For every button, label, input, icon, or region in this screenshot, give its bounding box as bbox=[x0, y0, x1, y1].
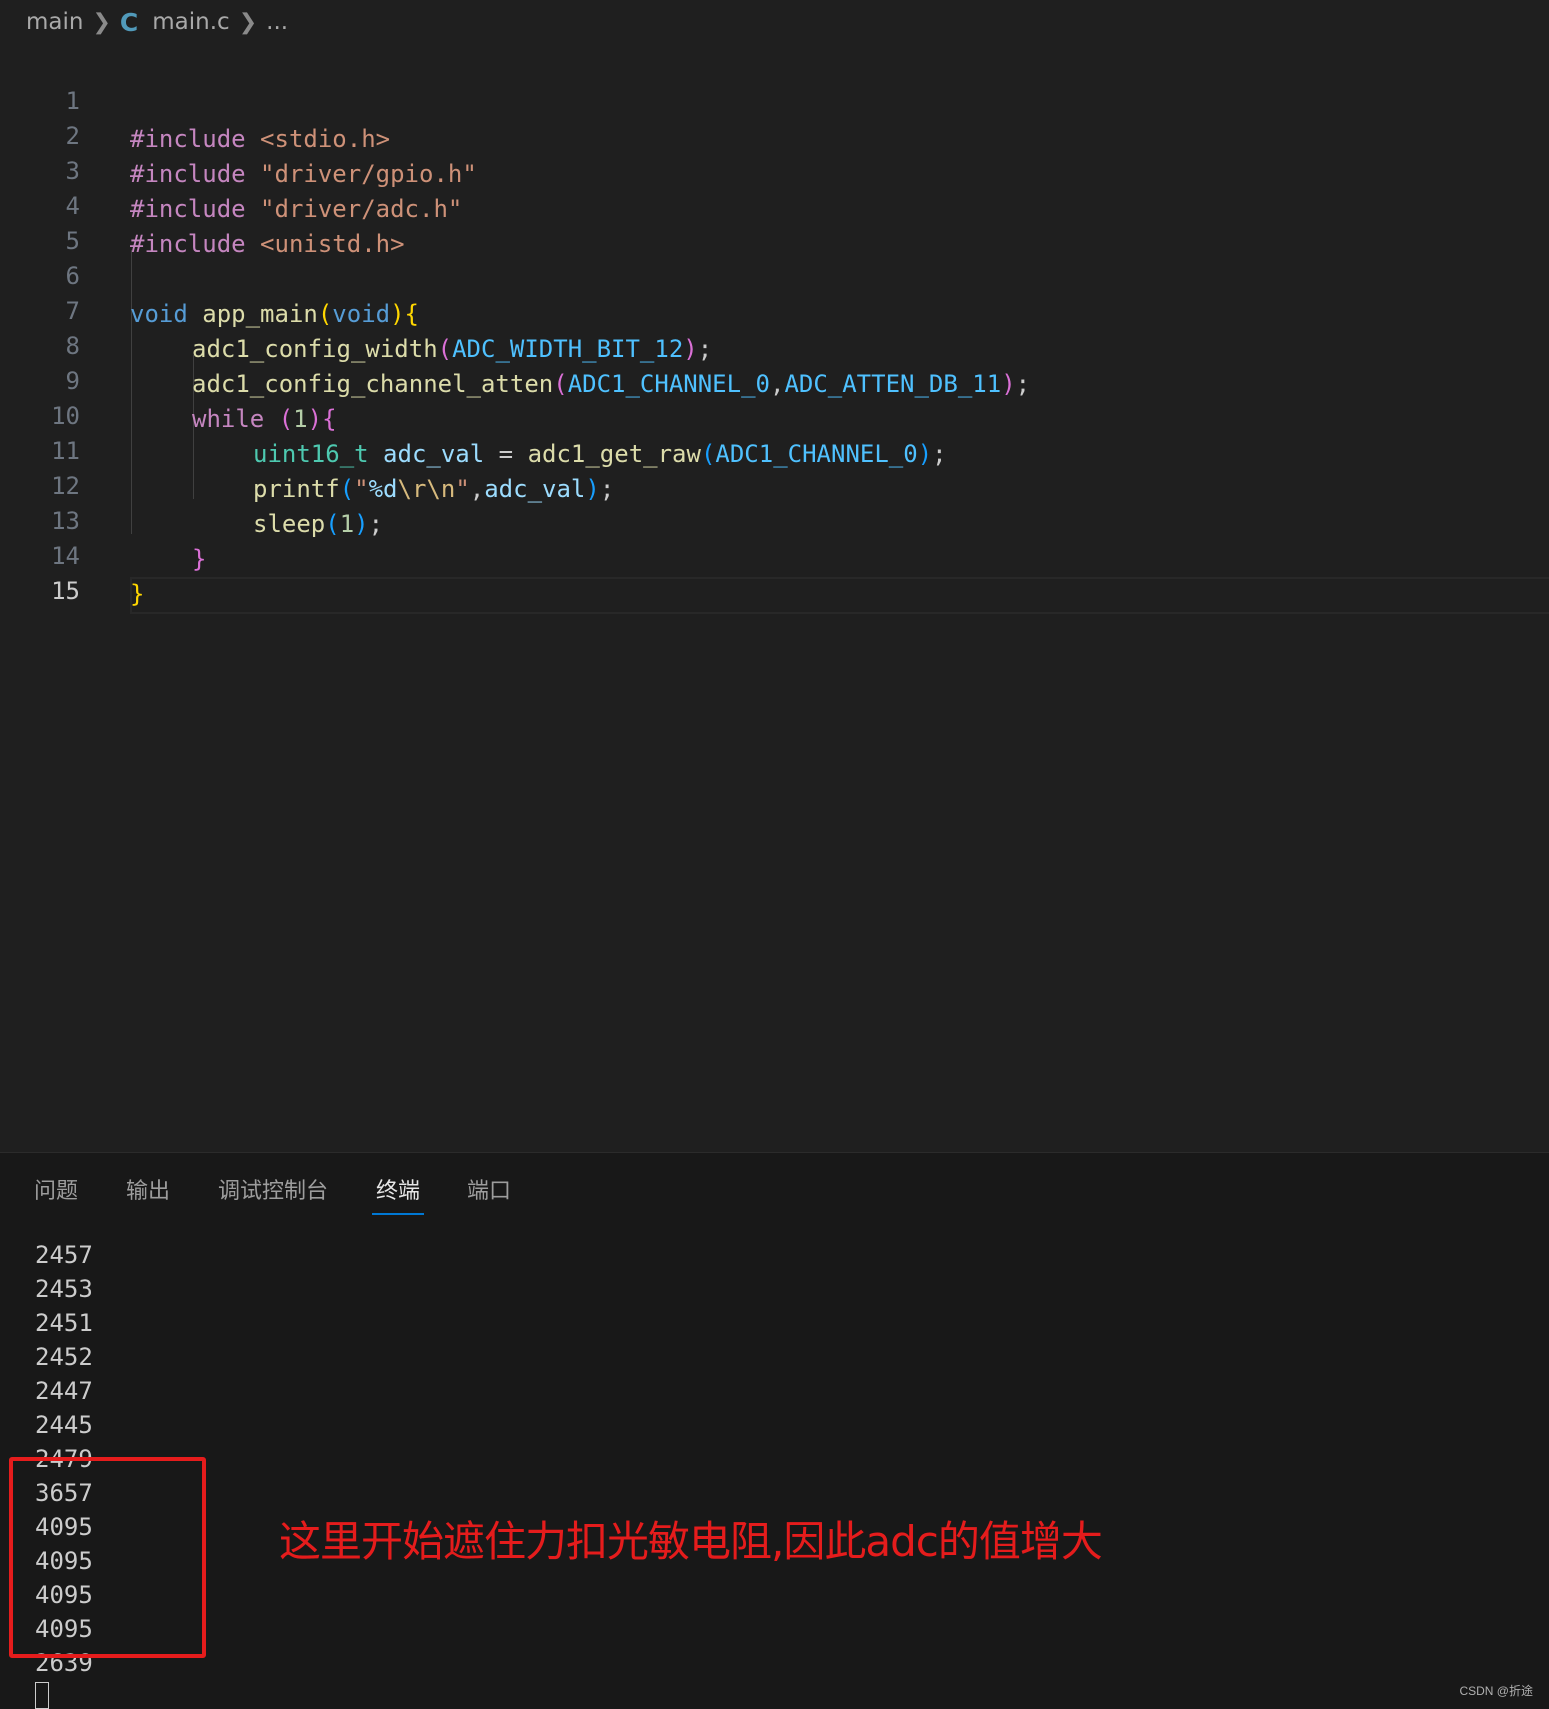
breadcrumb-symbols[interactable]: ... bbox=[266, 9, 288, 35]
bottom-panel: 问题 输出 调试控制台 终端 端口 2457 2453 2451 2452 24… bbox=[0, 1152, 1549, 1709]
tab-output[interactable]: 输出 bbox=[126, 1173, 170, 1213]
current-line-highlight bbox=[130, 577, 1549, 614]
watermark: CSDN @折途 bbox=[1459, 1684, 1533, 1698]
breadcrumb-file[interactable]: main.c bbox=[152, 9, 229, 35]
chevron-right-icon: ❯ bbox=[238, 9, 258, 35]
tab-problems[interactable]: 问题 bbox=[34, 1173, 78, 1213]
code-line[interactable]: 9 while (1){ bbox=[0, 324, 1549, 433]
code-line[interactable]: 10 uint16_t adc_val = adc1_get_raw(ADC1_… bbox=[0, 359, 1549, 468]
code-line[interactable]: 1 #include <stdio.h> bbox=[0, 44, 1549, 153]
terminal-line: 2445 bbox=[35, 1411, 93, 1439]
code-line[interactable]: 14 } bbox=[0, 499, 1549, 608]
code-line[interactable]: 3 #include "driver/adc.h" bbox=[0, 114, 1549, 223]
brace-close: } bbox=[130, 580, 145, 608]
breadcrumb: main ❯ C main.c ❯ ... bbox=[0, 0, 1549, 44]
annotation-text: 这里开始遮住力扣光敏电阻,因此adc的值增大 bbox=[279, 1517, 1103, 1566]
terminal-line: 2453 bbox=[35, 1275, 93, 1303]
code-editor[interactable]: 1 #include <stdio.h> 2 #include "driver/… bbox=[0, 44, 1549, 1152]
chevron-right-icon: ❯ bbox=[92, 9, 111, 35]
code-line[interactable]: 11 printf("%d\r\n",adc_val); bbox=[0, 394, 1549, 503]
tab-terminal[interactable]: 终端 bbox=[371, 1173, 425, 1215]
terminal-cursor bbox=[35, 1682, 49, 1709]
line-number: 15 bbox=[51, 577, 80, 605]
breadcrumb-folder[interactable]: main bbox=[26, 9, 83, 35]
code-line[interactable]: 5 bbox=[0, 184, 1549, 255]
code-line[interactable]: 7 adc1_config_width(ADC_WIDTH_BIT_12); bbox=[0, 254, 1549, 363]
code-line[interactable]: 8 adc1_config_channel_atten(ADC1_CHANNEL… bbox=[0, 289, 1549, 398]
code-line[interactable]: 12 sleep(1); bbox=[0, 429, 1549, 538]
terminal-line: 2457 bbox=[35, 1241, 93, 1269]
panel-tabs: 问题 输出 调试控制台 终端 端口 bbox=[0, 1153, 1549, 1229]
code-line[interactable]: 4 #include <unistd.h> bbox=[0, 149, 1549, 258]
terminal-line: 2451 bbox=[35, 1309, 93, 1337]
code-line[interactable]: 6 void app_main(void){ bbox=[0, 219, 1549, 328]
terminal-line: 2452 bbox=[35, 1343, 93, 1371]
tab-debug-console[interactable]: 调试控制台 bbox=[218, 1173, 328, 1213]
highlight-box bbox=[9, 1457, 206, 1658]
code-line[interactable]: 2 #include "driver/gpio.h" bbox=[0, 79, 1549, 188]
terminal-line: 2447 bbox=[35, 1377, 93, 1405]
c-file-icon: C bbox=[119, 7, 139, 37]
code-line[interactable]: 13 } bbox=[0, 464, 1549, 573]
tab-ports[interactable]: 端口 bbox=[467, 1173, 511, 1213]
code-line[interactable]: 15 bbox=[0, 534, 1549, 605]
